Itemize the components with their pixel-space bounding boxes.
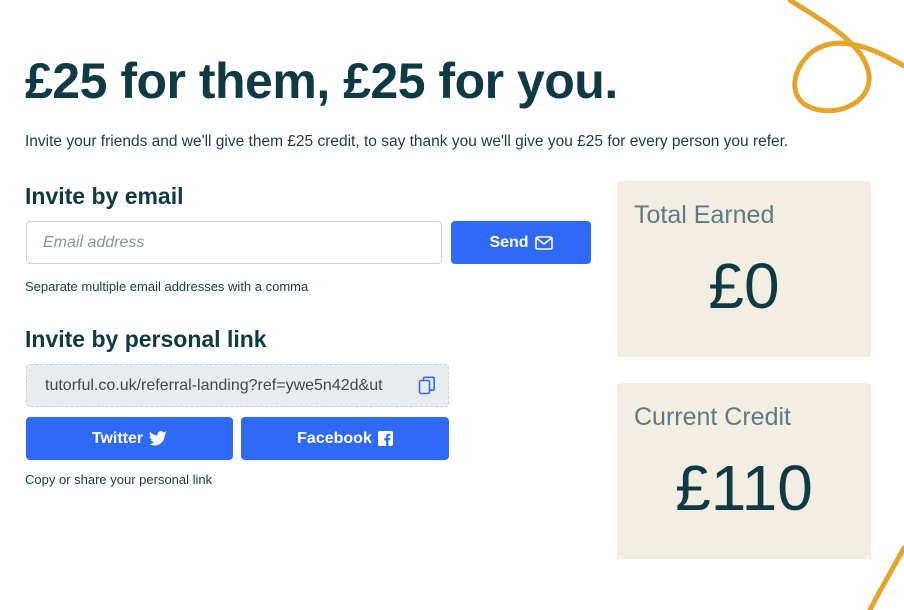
personal-link-field[interactable]: tutorful.co.uk/referral-landing?ref=ywe5…	[26, 364, 449, 407]
total-earned-card: Total Earned £0	[617, 181, 871, 357]
envelope-icon	[534, 235, 553, 250]
page-title: £25 for them, £25 for you.	[25, 53, 618, 109]
send-button[interactable]: Send	[451, 221, 591, 264]
facebook-icon	[377, 431, 393, 446]
facebook-share-button[interactable]: Facebook	[241, 417, 449, 460]
twitter-button-label: Twitter	[91, 429, 144, 447]
twitter-bird-icon	[149, 431, 167, 446]
current-credit-label: Current Credit	[634, 403, 791, 431]
invite-link-title: Invite by personal link	[25, 326, 267, 352]
current-credit-card: Current Credit £110	[617, 383, 871, 559]
send-button-label: Send	[489, 233, 529, 251]
email-address-input[interactable]	[26, 221, 442, 264]
total-earned-value: £0	[708, 250, 780, 322]
twitter-share-button[interactable]: Twitter	[26, 417, 233, 460]
total-earned-label: Total Earned	[634, 201, 775, 229]
intro-text: Invite your friends and we'll give them …	[25, 133, 789, 150]
copy-icon[interactable]	[416, 375, 438, 397]
email-hint: Separate multiple email addresses with a…	[25, 279, 309, 294]
current-credit-value: £110	[675, 452, 813, 524]
facebook-button-label: Facebook	[297, 429, 372, 447]
link-hint: Copy or share your personal link	[25, 472, 213, 487]
invite-email-title: Invite by email	[25, 183, 184, 209]
personal-link-text[interactable]: tutorful.co.uk/referral-landing?ref=ywe5…	[45, 377, 408, 395]
